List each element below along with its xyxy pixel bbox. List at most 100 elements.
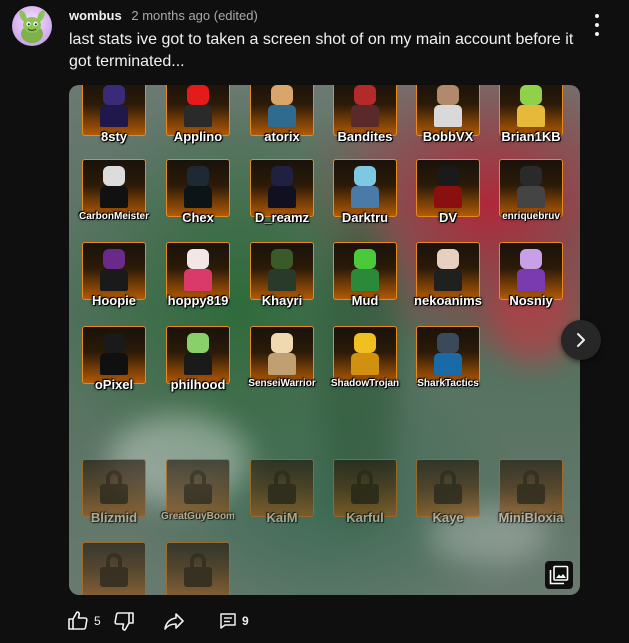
- avatar-head: [271, 333, 293, 353]
- next-image-button[interactable]: [561, 320, 601, 360]
- character-card[interactable]: Hoopie: [82, 242, 146, 308]
- avatar-body: [434, 105, 462, 127]
- chevron-right-icon: [577, 333, 585, 347]
- avatar-head: [271, 249, 293, 269]
- character-card[interactable]: Darktru: [333, 159, 397, 225]
- avatar-body: [351, 269, 379, 291]
- lock-body: [184, 484, 212, 504]
- thumb-down-icon: [114, 612, 134, 631]
- character-card[interactable]: Chex: [166, 159, 230, 225]
- lock-body: [100, 567, 128, 587]
- avatar-body: [184, 353, 212, 375]
- comment-image[interactable]: 8sty Applino atorix Bandites BobbVX Brian1KB C…: [69, 85, 580, 595]
- avatar-body: [268, 269, 296, 291]
- character-card[interactable]: Applino: [166, 85, 230, 144]
- lock-icon: [100, 470, 128, 504]
- character-card[interactable]: Mud: [333, 242, 397, 308]
- avatar-body: [434, 269, 462, 291]
- lock-icon: [100, 553, 128, 587]
- character-name: BobbVX: [422, 129, 474, 144]
- character-card[interactable]: nekoanims: [414, 242, 482, 308]
- character-card[interactable]: ShadowTrojan: [331, 326, 399, 389]
- lock-icon: [517, 470, 545, 504]
- avatar-head: [103, 333, 125, 353]
- avatar-body: [268, 105, 296, 127]
- dislike-button[interactable]: [112, 608, 136, 634]
- avatar-head: [520, 166, 542, 186]
- character-avatar: [265, 249, 299, 293]
- character-card[interactable]: CarbonMeister: [79, 159, 149, 222]
- avatar-head: [354, 85, 376, 105]
- character-card[interactable]: Bandites: [333, 85, 397, 144]
- avatar-head: [520, 85, 542, 105]
- character-card[interactable]: BobbVX: [416, 85, 480, 144]
- character-avatar: [265, 85, 299, 129]
- lock-body: [100, 484, 128, 504]
- avatar-body: [351, 186, 379, 208]
- locked-character-card[interactable]: Blizmid: [82, 459, 146, 525]
- character-card[interactable]: enriquebruv: [499, 159, 563, 222]
- comment-author[interactable]: wombus: [69, 8, 122, 23]
- character-avatar: [431, 166, 465, 210]
- character-avatar: [348, 249, 382, 293]
- locked-character-card[interactable]: Karful: [333, 459, 397, 525]
- share-button[interactable]: [162, 608, 186, 634]
- character-name: oPixel: [94, 377, 134, 392]
- avatar-body: [100, 186, 128, 208]
- character-name: Applino: [173, 129, 223, 144]
- lock-body: [517, 484, 545, 504]
- locked-character-card[interactable]: Kaye: [416, 459, 480, 525]
- character-name: Nosniy: [509, 293, 553, 308]
- character-avatar: [181, 166, 215, 210]
- avatar-head: [187, 249, 209, 269]
- comment-meta[interactable]: 2 months ago (edited): [131, 8, 257, 23]
- character-avatar: [181, 249, 215, 293]
- character-name: Darktru: [341, 210, 389, 225]
- character-card[interactable]: SharkTactics: [416, 326, 480, 389]
- avatar-head: [187, 85, 209, 105]
- character-card[interactable]: Khayri: [250, 242, 314, 308]
- character-avatar: [181, 85, 215, 129]
- character-name: SenseiWarrior: [248, 378, 316, 389]
- like-button[interactable]: 5: [66, 608, 101, 634]
- character-avatar: [348, 333, 382, 377]
- character-card[interactable]: philhood: [166, 326, 230, 392]
- kebab-dot: [595, 32, 599, 36]
- lock-body: [268, 484, 296, 504]
- character-card[interactable]: Brian1KB: [499, 85, 563, 144]
- character-card[interactable]: atorix: [250, 85, 314, 144]
- kebab-dot: [595, 14, 599, 18]
- locked-character-card[interactable]: [82, 542, 146, 595]
- avatar-head: [437, 249, 459, 269]
- character-card[interactable]: SenseiWarrior: [248, 326, 316, 389]
- avatar-body: [184, 105, 212, 127]
- character-card[interactable]: oPixel: [82, 326, 146, 392]
- avatar-body: [268, 353, 296, 375]
- character-avatar: [181, 333, 215, 377]
- lock-icon: [184, 470, 212, 504]
- locked-character-card[interactable]: MiniBloxia: [498, 459, 564, 525]
- character-name: D_reamz: [254, 210, 310, 225]
- character-name: Kaye: [432, 510, 464, 525]
- comment-header: wombus 2 months ago (edited): [69, 8, 258, 23]
- avatar-body: [351, 353, 379, 375]
- character-avatar: [348, 85, 382, 129]
- character-card[interactable]: 8sty: [82, 85, 146, 144]
- locked-character-card[interactable]: [166, 542, 230, 595]
- character-card[interactable]: D_reamz: [250, 159, 314, 225]
- character-name: Chex: [182, 210, 214, 225]
- character-name: Brian1KB: [501, 129, 561, 144]
- replies-button[interactable]: 9: [218, 608, 249, 634]
- like-count: 5: [94, 614, 101, 628]
- character-card[interactable]: hoppy819: [166, 242, 230, 308]
- character-name: hoppy819: [167, 293, 229, 308]
- avatar-head: [187, 166, 209, 186]
- more-vert-icon[interactable]: [590, 14, 604, 36]
- locked-character-card[interactable]: GreatGuyBoom: [161, 459, 235, 522]
- character-card[interactable]: DV: [416, 159, 480, 225]
- character-name: GreatGuyBoom: [161, 511, 235, 522]
- avatar[interactable]: [12, 6, 52, 46]
- character-card[interactable]: Nosniy: [499, 242, 563, 308]
- image-gallery-icon[interactable]: [545, 561, 573, 589]
- locked-character-card[interactable]: KaiM: [250, 459, 314, 525]
